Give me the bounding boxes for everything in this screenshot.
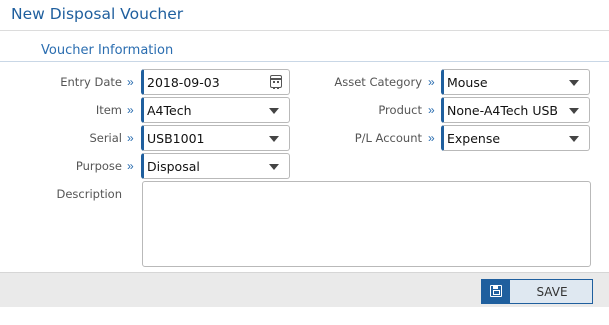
entry-date-field[interactable]: 2018-09-03 — [141, 69, 290, 95]
caret-down-icon — [569, 80, 579, 86]
caret-down-icon — [569, 136, 579, 142]
asset-category-label: Asset Category — [334, 75, 422, 89]
purpose-value: Disposal — [147, 159, 200, 174]
calendar-icon[interactable] — [270, 75, 282, 89]
double-chevron-right-icon: » — [428, 75, 435, 89]
serial-select[interactable]: USB1001 — [141, 125, 290, 151]
save-icon-container — [482, 280, 510, 303]
product-select[interactable]: None-A4Tech USB — [441, 97, 590, 123]
caret-down-icon — [269, 164, 279, 170]
title-bar: New Disposal Voucher — [0, 0, 609, 30]
serial-label: Serial — [89, 131, 122, 145]
page-title: New Disposal Voucher — [11, 5, 184, 23]
product-label: Product — [378, 103, 422, 117]
serial-value: USB1001 — [147, 131, 205, 146]
title-divider — [0, 30, 609, 31]
section-title: Voucher Information — [41, 43, 174, 58]
caret-down-icon — [569, 108, 579, 114]
save-button-label: SAVE — [536, 285, 568, 299]
double-chevron-right-icon: » — [127, 131, 134, 145]
save-button[interactable]: SAVE — [481, 279, 593, 304]
asset-category-select[interactable]: Mouse — [441, 69, 590, 95]
purpose-select[interactable]: Disposal — [141, 153, 290, 179]
double-chevron-right-icon: » — [428, 103, 435, 117]
pl-account-value: Expense — [447, 131, 501, 146]
double-chevron-right-icon: » — [428, 131, 435, 145]
entry-date-label: Entry Date — [60, 75, 122, 89]
description-label: Description — [56, 187, 123, 201]
double-chevron-right-icon: » — [127, 159, 134, 173]
asset-category-value: Mouse — [447, 75, 488, 90]
double-chevron-right-icon: » — [127, 75, 134, 89]
item-label: Item — [95, 103, 122, 117]
purpose-label: Purpose — [75, 159, 122, 173]
item-select[interactable]: A4Tech — [141, 97, 290, 123]
description-textarea[interactable] — [142, 181, 591, 267]
floppy-disk-icon — [490, 285, 502, 297]
product-value: None-A4Tech USB — [447, 103, 558, 118]
entry-date-value: 2018-09-03 — [147, 75, 220, 90]
item-value: A4Tech — [147, 103, 192, 118]
section-divider — [0, 61, 609, 62]
caret-down-icon — [269, 136, 279, 142]
pl-account-label: P/L Account — [354, 131, 422, 145]
double-chevron-right-icon: » — [127, 103, 134, 117]
pl-account-select[interactable]: Expense — [441, 125, 590, 151]
caret-down-icon — [269, 108, 279, 114]
